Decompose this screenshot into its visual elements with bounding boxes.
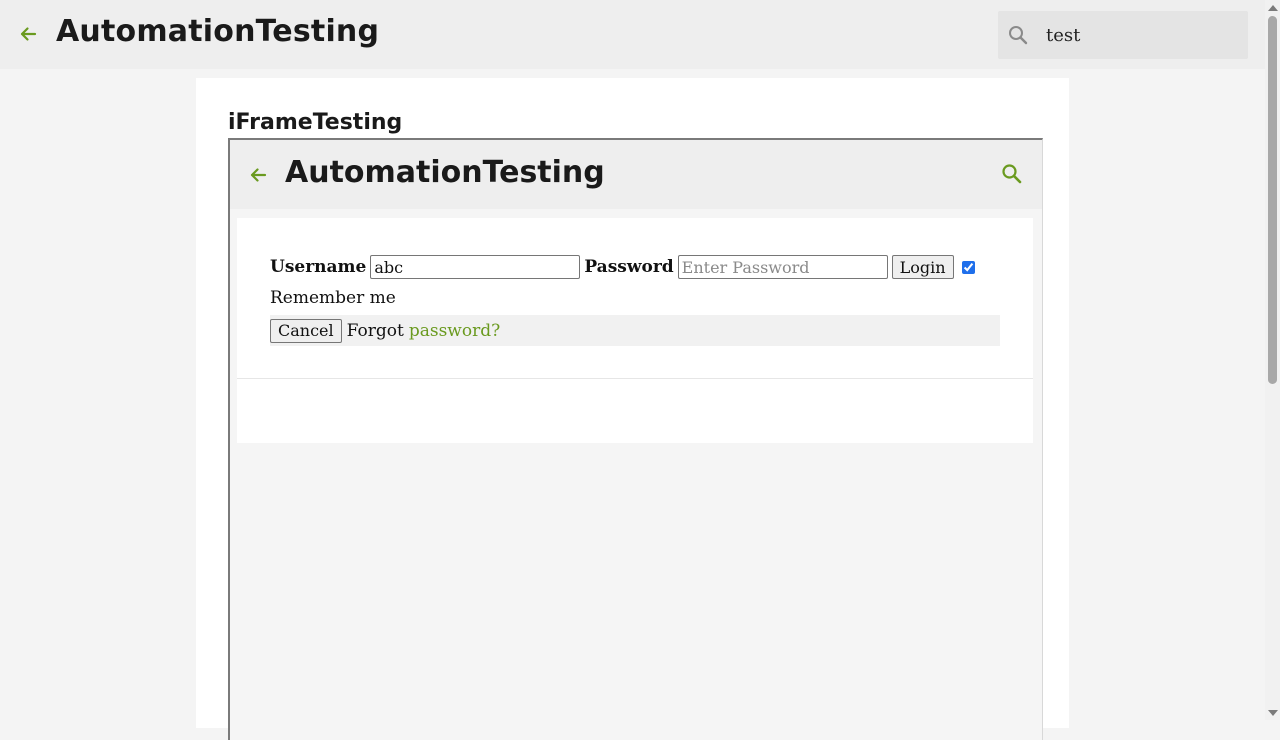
username-label: Username	[270, 257, 367, 277]
forgot-password-link[interactable]: password?	[409, 321, 500, 341]
section-title: iFrameTesting	[228, 110, 403, 135]
credentials-row: Username Password Login	[270, 254, 975, 280]
search-icon	[1009, 26, 1028, 45]
search-box[interactable]	[998, 11, 1248, 59]
scroll-up-icon[interactable]	[1268, 5, 1278, 11]
login-button[interactable]: Login	[891, 255, 954, 279]
search-input[interactable]	[1046, 21, 1236, 49]
forgot-text: Forgot	[346, 320, 404, 341]
iframe-search-button[interactable]	[1000, 162, 1026, 188]
remember-me-checkbox[interactable]	[961, 260, 975, 274]
username-field[interactable]	[370, 255, 581, 279]
divider	[237, 378, 1033, 379]
embedded-iframe[interactable]: AutomationTesting Username Password Logi…	[228, 138, 1043, 740]
page-content: iFrameTesting AutomationTesting Username…	[196, 78, 1069, 740]
search-icon	[1002, 164, 1022, 184]
password-label: Password	[584, 257, 674, 277]
arrow-left-icon	[20, 27, 37, 41]
iframe-header: AutomationTesting	[230, 140, 1042, 209]
remember-me-label: Remember me	[270, 288, 396, 308]
login-form: Username Password Login Remember me Canc…	[237, 218, 1033, 443]
app-header: AutomationTesting	[0, 0, 1265, 69]
iframe-back-button[interactable]	[244, 161, 272, 189]
arrow-left-icon	[250, 168, 267, 182]
back-button[interactable]	[14, 20, 42, 48]
password-field[interactable]	[677, 255, 888, 279]
cancel-row: Cancel Forgot password?	[270, 315, 1000, 346]
app-title: AutomationTesting	[56, 14, 380, 49]
iframe-app-title: AutomationTesting	[285, 155, 605, 190]
cancel-button[interactable]: Cancel	[270, 318, 342, 343]
scrollbar-thumb[interactable]	[1268, 16, 1277, 384]
scroll-down-icon[interactable]	[1268, 710, 1278, 716]
scrollbar[interactable]	[1265, 0, 1280, 720]
